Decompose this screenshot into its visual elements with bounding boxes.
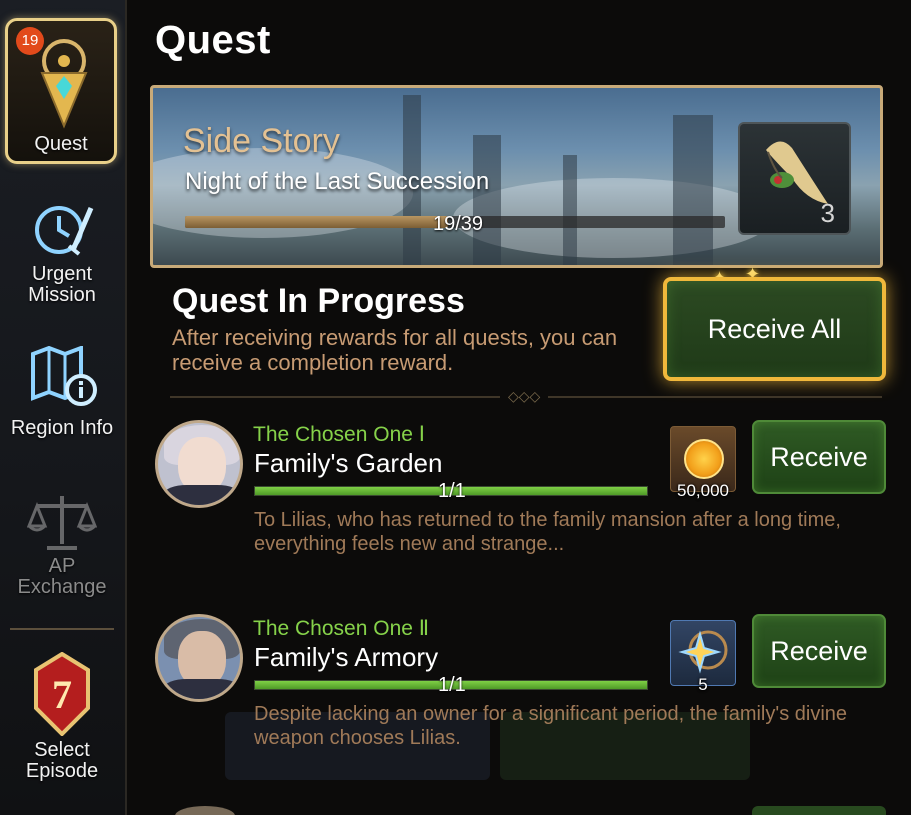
quest-reward[interactable]: 50,000 — [670, 426, 736, 500]
sidebar-item-label: AP Exchange — [17, 555, 107, 598]
sidebar-item-select-episode[interactable]: 7 Select Episode — [0, 652, 124, 782]
side-story-reward[interactable]: 3 — [738, 122, 851, 235]
receive-button[interactable]: Receive — [752, 420, 886, 494]
gold-coin-icon — [684, 439, 724, 479]
section-divider: ◇◇◇ — [170, 388, 882, 405]
side-story-label: Side Story — [183, 122, 340, 160]
reward-quantity: 3 — [820, 198, 835, 228]
banner-tower — [673, 115, 713, 265]
sidebar-item-label: Region Info — [10, 417, 114, 439]
sidebar-divider — [10, 628, 114, 630]
scales-icon — [27, 496, 97, 550]
section-title: Quest In Progress — [172, 282, 465, 320]
avatar-clothing — [164, 485, 240, 505]
avatar-partial — [175, 806, 235, 815]
quest-reward[interactable]: 5 — [670, 620, 736, 694]
episode-seven-icon: 7 — [34, 652, 90, 736]
sidebar: 19 Quest Urgent Mission Region Info AP E… — [0, 0, 127, 815]
side-story-progress-text: 19/39 — [433, 213, 484, 235]
sidebar-item-label: Urgent Mission — [28, 263, 96, 306]
quest-item: The Chosen One Ⅱ Family's Armory 1/1 Des… — [150, 614, 895, 804]
section-description: After receiving rewards for all quests, … — [172, 325, 618, 375]
quest-chapter: The Chosen One Ⅰ — [253, 423, 425, 446]
page-title: Quest — [155, 18, 271, 62]
reward-quantity: 5 — [698, 675, 708, 694]
progress-fill — [185, 216, 448, 228]
receive-button-partial — [752, 806, 886, 815]
side-story-name: Night of the Last Succession — [185, 168, 490, 195]
avatar-clothing — [164, 679, 240, 699]
quest-item: The Chosen One Ⅰ Family's Garden 1/1 To … — [150, 420, 895, 610]
sidebar-item-label: Select Episode — [25, 739, 99, 782]
banner-tower — [563, 155, 577, 265]
receive-all-button[interactable]: Receive All — [663, 277, 886, 381]
quest-progress-text: 1/1 — [438, 674, 466, 696]
quest-emblem-icon — [40, 39, 88, 129]
sidebar-item-region-info[interactable]: Region Info — [0, 346, 124, 439]
quest-progress-text: 1/1 — [438, 480, 466, 502]
sidebar-item-quest[interactable]: 19 Quest — [5, 18, 117, 164]
banner-tower — [473, 135, 501, 265]
map-info-icon — [31, 346, 97, 406]
character-avatar[interactable] — [155, 420, 243, 508]
receive-button[interactable]: Receive — [752, 614, 886, 688]
svg-text:7: 7 — [52, 672, 72, 717]
quest-description: To Lilias, who has returned to the famil… — [254, 509, 841, 555]
quest-name: Family's Armory — [254, 642, 439, 672]
side-story-banner[interactable]: Side Story Night of the Last Succession … — [150, 85, 883, 268]
character-avatar[interactable] — [155, 614, 243, 702]
clock-sword-icon — [35, 206, 94, 256]
sidebar-item-label: Quest — [34, 133, 88, 155]
quest-name: Family's Garden — [254, 448, 443, 478]
sidebar-item-ap-exchange[interactable]: AP Exchange — [0, 492, 124, 598]
divider-ornament-icon: ◇◇◇ — [500, 388, 549, 405]
sidebar-item-urgent-mission[interactable]: Urgent Mission — [0, 200, 124, 306]
quest-chapter: The Chosen One Ⅱ — [253, 617, 430, 640]
reward-quantity: 50,000 — [677, 481, 729, 500]
quest-description: Despite lacking an owner for a significa… — [254, 703, 848, 749]
